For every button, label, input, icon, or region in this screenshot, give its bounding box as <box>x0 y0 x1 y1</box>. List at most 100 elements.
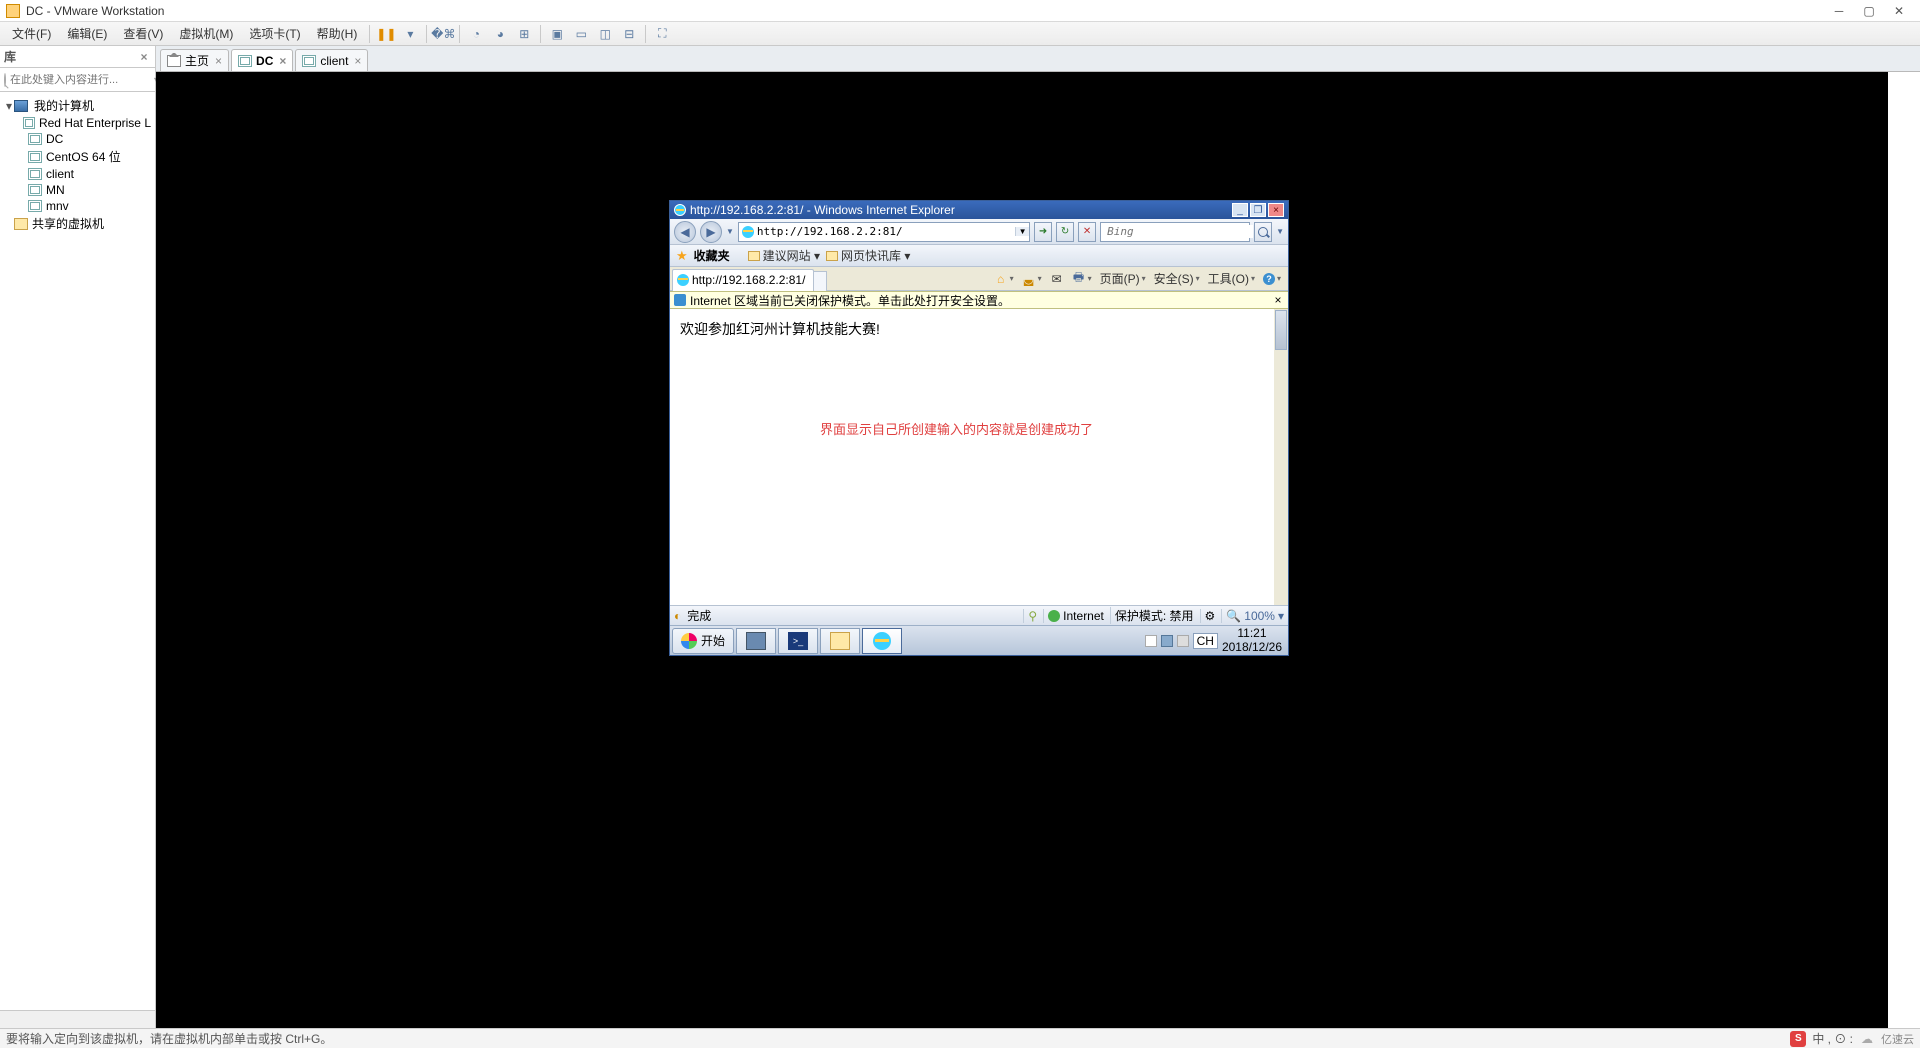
ie-titlebar[interactable]: http://192.168.2.2:81/ - Windows Interne… <box>670 201 1288 219</box>
star-icon[interactable]: ★ <box>676 248 688 264</box>
tray-clock[interactable]: 11:21 2018/12/26 <box>1222 627 1282 653</box>
start-button[interactable]: 开始 <box>672 628 734 654</box>
ie-mail-button[interactable]: ✉ <box>1047 270 1067 288</box>
separator <box>540 25 541 43</box>
send-ctrl-alt-del-icon[interactable]: �⌘ <box>434 25 452 43</box>
tab-dc[interactable]: DC× <box>231 49 293 71</box>
tree-vm-mn[interactable]: MN <box>0 182 155 198</box>
ie-home-button[interactable]: ⌂▾ <box>991 270 1017 288</box>
fav-suggested-sites[interactable]: 建议网站 ▾ <box>748 247 820 264</box>
scroll-left-button[interactable] <box>0 1011 78 1028</box>
tray-lang[interactable]: CH <box>1193 633 1218 649</box>
menu-help[interactable]: 帮助(H) <box>309 23 366 44</box>
menu-edit[interactable]: 编辑(E) <box>59 23 115 44</box>
tree-vm-centos[interactable]: CentOS 64 位 <box>0 147 155 166</box>
ie-information-bar[interactable]: Internet 区域当前已关闭保护模式。单击此处打开安全设置。 × <box>670 291 1288 309</box>
ie-new-tab-button[interactable] <box>813 271 827 291</box>
snapshot-manager-icon[interactable]: ⊞ <box>515 25 533 43</box>
library-header: 库 × <box>0 46 155 68</box>
favorites-label[interactable]: 收藏夹 <box>694 247 730 264</box>
help-icon: ? <box>1263 273 1275 285</box>
ie-go-button[interactable]: ➜ <box>1034 222 1052 242</box>
ie-feeds-button[interactable]: ◛▾ <box>1019 270 1045 288</box>
computer-icon <box>14 100 28 112</box>
tab-close-icon[interactable]: × <box>354 54 361 68</box>
fullscreen-icon[interactable]: ⛶ <box>653 25 671 43</box>
taskbar-ie[interactable] <box>862 628 902 654</box>
ie-nav-row: ◀ ▶ ▼ ▼ ➜ ↻ ✕ ▼ <box>670 219 1288 245</box>
tree-vm-redhat[interactable]: Red Hat Enterprise L <box>0 115 155 131</box>
view-thumbnail-icon[interactable]: ◫ <box>596 25 614 43</box>
infobar-close-icon[interactable]: × <box>1272 293 1284 307</box>
ie-back-button[interactable]: ◀ <box>674 221 696 243</box>
tab-close-icon[interactable]: × <box>279 54 286 68</box>
view-console-icon[interactable]: ▣ <box>548 25 566 43</box>
zone-label: Internet <box>1063 609 1104 623</box>
workspace: 库 × ▾ ▾ 我的计算机 Red Hat Enterprise L DC Ce… <box>0 46 1920 1028</box>
canvas-gutter <box>1888 72 1920 1028</box>
taskbar-server-manager[interactable] <box>736 628 776 654</box>
library-close-icon[interactable]: × <box>137 50 151 64</box>
ie-minimize-button[interactable]: _ <box>1232 203 1248 217</box>
ie-stop-button[interactable]: ✕ <box>1078 222 1096 242</box>
tree-vm-mnv[interactable]: mnv <box>0 198 155 214</box>
scrollbar-thumb[interactable] <box>1275 310 1287 350</box>
tree-shared-vms[interactable]: 共享的虚拟机 <box>0 214 155 233</box>
tray-flag-icon[interactable] <box>1145 635 1157 647</box>
menu-vm[interactable]: 虚拟机(M) <box>171 23 241 44</box>
taskbar-powershell[interactable]: >_ <box>778 628 818 654</box>
ie-print-button[interactable]: 🖶▾ <box>1069 270 1095 288</box>
status-zoom[interactable]: 🔍 100% ▾ <box>1221 609 1284 623</box>
fav-label: 建议网站 ▾ <box>763 247 820 264</box>
ie-help-button[interactable]: ?▾ <box>1260 271 1284 287</box>
ie-search-dropdown-icon[interactable]: ▼ <box>1276 227 1284 236</box>
view-unity-icon[interactable]: ▭ <box>572 25 590 43</box>
tab-close-icon[interactable]: × <box>215 54 222 68</box>
snapshot-icon[interactable]: ◔ <box>467 25 485 43</box>
tree-label: CentOS 64 位 <box>46 148 121 165</box>
menu-view[interactable]: 查看(V) <box>115 23 171 44</box>
ie-history-dropdown-icon[interactable]: ▼ <box>726 227 734 236</box>
sogou-ime-icon[interactable]: S <box>1790 1031 1806 1047</box>
status-addon-icon[interactable]: ⚙ <box>1200 609 1216 623</box>
minimize-button[interactable]: ─ <box>1824 1 1854 21</box>
ie-forward-button[interactable]: ▶ <box>700 221 722 243</box>
status-zone[interactable]: Internet <box>1043 609 1104 623</box>
view-multi-icon[interactable]: ⊟ <box>620 25 638 43</box>
ie-safety-menu[interactable]: 安全(S) ▾ <box>1151 268 1203 289</box>
ie-address-dropdown-icon[interactable]: ▼ <box>1015 227 1029 236</box>
ie-search-input[interactable] <box>1107 225 1253 238</box>
snapshot-revert-icon[interactable]: ◕ <box>491 25 509 43</box>
vm-canvas[interactable]: http://192.168.2.2:81/ - Windows Interne… <box>156 72 1920 1028</box>
maximize-button[interactable]: ▢ <box>1854 1 1884 21</box>
menu-tabs[interactable]: 选项卡(T) <box>241 23 308 44</box>
tab-home[interactable]: 主页× <box>160 49 229 71</box>
ie-tools-menu[interactable]: 工具(O) ▾ <box>1205 268 1258 289</box>
tab-client[interactable]: client× <box>295 49 368 71</box>
menu-file[interactable]: 文件(F) <box>4 23 59 44</box>
ie-address-input[interactable] <box>757 225 1015 238</box>
scroll-right-button[interactable] <box>78 1011 156 1028</box>
pause-icon[interactable]: ❚❚ <box>377 25 395 43</box>
ie-tab[interactable]: http://192.168.2.2:81/ <box>672 269 814 291</box>
taskbar-explorer[interactable] <box>820 628 860 654</box>
tray-network-icon[interactable] <box>1161 635 1173 647</box>
ie-maximize-button[interactable]: ❐ <box>1250 203 1266 217</box>
library-title: 库 <box>4 48 16 65</box>
search-icon <box>1258 227 1268 237</box>
tree-my-computer[interactable]: ▾ 我的计算机 <box>0 96 155 115</box>
dropdown-icon[interactable]: ▾ <box>401 25 419 43</box>
ie-page-menu[interactable]: 页面(P) ▾ <box>1097 268 1149 289</box>
ie-refresh-button[interactable]: ↻ <box>1056 222 1074 242</box>
tree-vm-client[interactable]: client <box>0 166 155 182</box>
tray-sound-icon[interactable] <box>1177 635 1189 647</box>
ime-indicator[interactable]: 中 , ⊙ : <box>1812 1030 1853 1047</box>
fav-web-slice[interactable]: 网页快讯库 ▾ <box>826 247 910 264</box>
status-popup-icon[interactable]: ⚲ <box>1023 609 1037 623</box>
ie-close-button[interactable]: × <box>1268 203 1284 217</box>
status-hint: 要将输入定向到该虚拟机，请在虚拟机内部单击或按 Ctrl+G。 <box>6 1030 332 1047</box>
close-button[interactable]: ✕ <box>1884 1 1914 21</box>
ie-search-button[interactable] <box>1254 222 1272 242</box>
tree-vm-dc[interactable]: DC <box>0 131 155 147</box>
library-search-input[interactable] <box>10 74 152 86</box>
